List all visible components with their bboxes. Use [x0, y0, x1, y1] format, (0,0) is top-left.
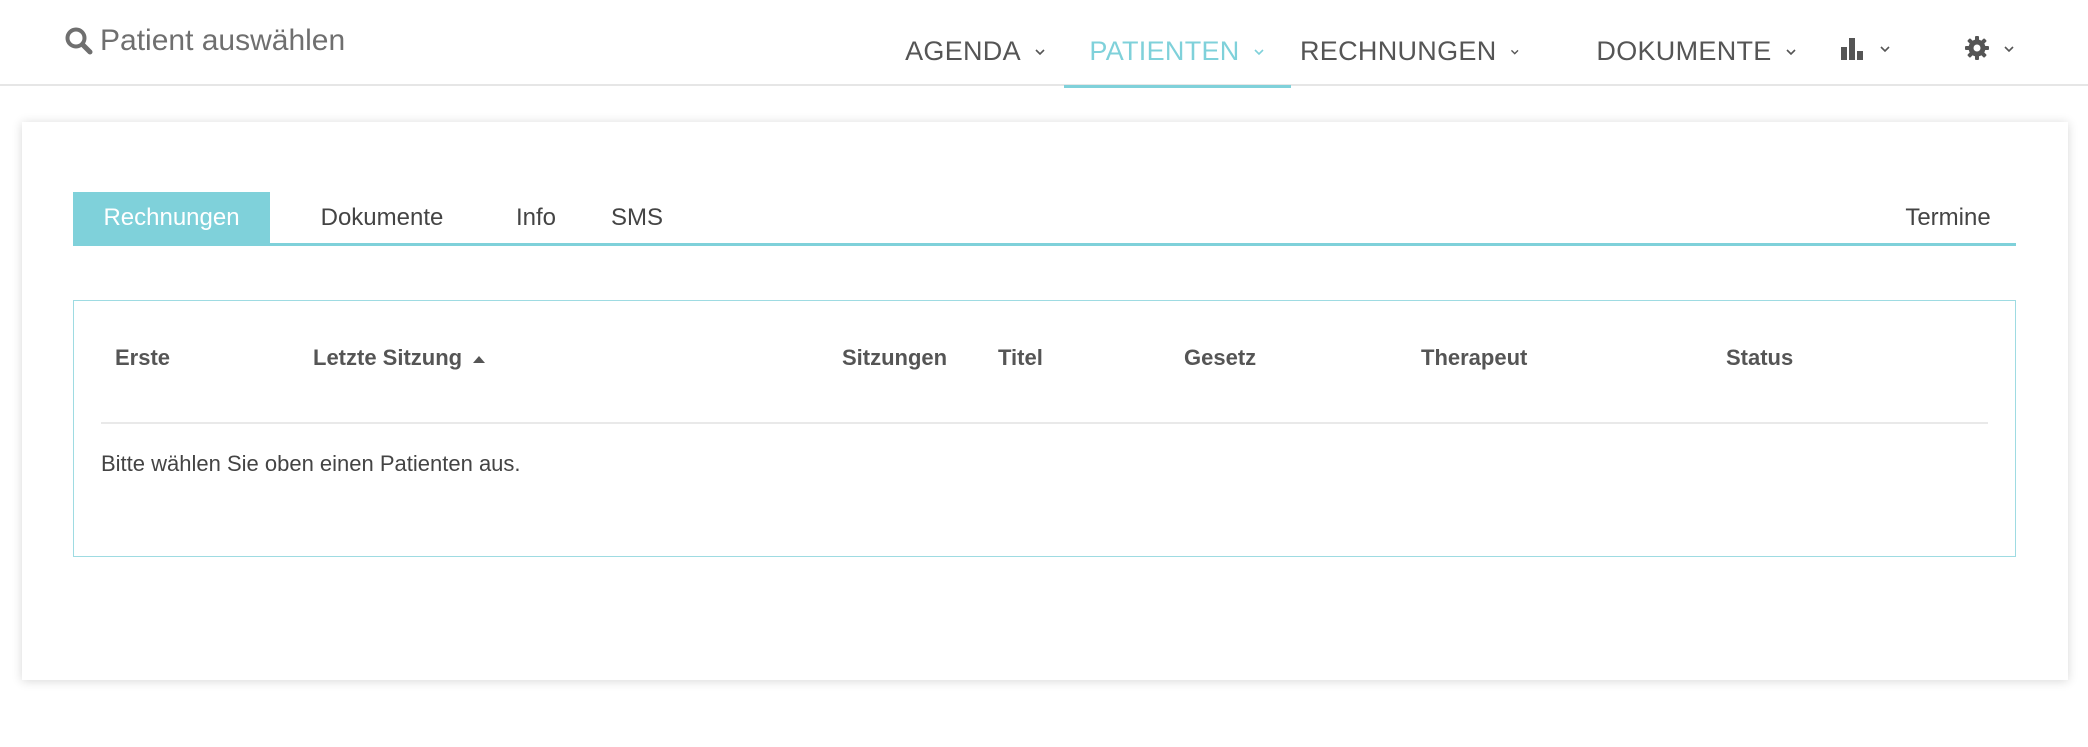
tab-info[interactable]: Info	[491, 192, 581, 243]
column-header-therapeut[interactable]: Therapeut	[1421, 343, 1527, 373]
nav-patienten-label: PATIENTEN	[1089, 35, 1240, 66]
column-header-titel[interactable]: Titel	[998, 343, 1043, 373]
column-header-gesetz[interactable]: Gesetz	[1184, 343, 1256, 373]
nav-dokumente-label: DOKUMENTE	[1596, 35, 1772, 66]
gear-icon	[1965, 36, 1989, 60]
tab-termine[interactable]: Termine	[1888, 192, 2008, 243]
tab-rechnungen[interactable]: Rechnungen	[73, 192, 270, 243]
patient-search-label: Patient auswählen	[100, 24, 346, 57]
column-header-status[interactable]: Status	[1726, 343, 1793, 373]
nav-rechnungen[interactable]: RECHNUNGEN	[1300, 0, 1520, 86]
column-header-sitzungen[interactable]: Sitzungen	[842, 343, 947, 373]
tab-bar: Rechnungen Dokumente Info SMS Termine	[73, 192, 2016, 246]
top-navbar: Patient auswählen AGENDA PATIENTEN RECHN…	[0, 0, 2088, 88]
column-header-label: Letzte Sitzung	[313, 345, 463, 370]
nav-agenda[interactable]: AGENDA	[878, 0, 1074, 86]
header-divider	[101, 422, 1988, 424]
chevron-down-icon	[1786, 49, 1796, 56]
chevron-down-icon	[2004, 46, 2014, 53]
nav-patienten[interactable]: PATIENTEN	[1064, 0, 1291, 88]
main-card: Rechnungen Dokumente Info SMS Termine Er…	[22, 122, 2068, 680]
nav-agenda-label: AGENDA	[905, 35, 1021, 66]
column-header-erste[interactable]: Erste	[115, 343, 170, 373]
tab-sms[interactable]: SMS	[593, 192, 681, 243]
invoices-table: Erste Letzte Sitzung Sitzungen Titel Ges…	[73, 300, 2016, 557]
nav-rechnungen-label: RECHNUNGEN	[1300, 35, 1497, 66]
chevron-down-icon	[1254, 49, 1264, 56]
sort-ascending-icon	[473, 356, 486, 363]
search-icon	[65, 27, 93, 55]
tab-dokumente[interactable]: Dokumente	[287, 192, 477, 243]
chevron-down-icon	[1510, 49, 1519, 55]
chevron-down-icon	[1035, 49, 1045, 56]
column-header-letzte-sitzung[interactable]: Letzte Sitzung	[313, 343, 486, 373]
bar-chart-icon	[1841, 38, 1863, 60]
nav-dokumente[interactable]: DOKUMENTE	[1582, 0, 1812, 86]
patient-search-button[interactable]: Patient auswählen	[64, 20, 345, 62]
nav-statistics[interactable]	[1830, 0, 1902, 86]
chevron-down-icon	[1880, 46, 1890, 53]
nav-settings[interactable]	[1950, 0, 2030, 86]
empty-table-message: Bitte wählen Sie oben einen Patienten au…	[101, 451, 521, 476]
